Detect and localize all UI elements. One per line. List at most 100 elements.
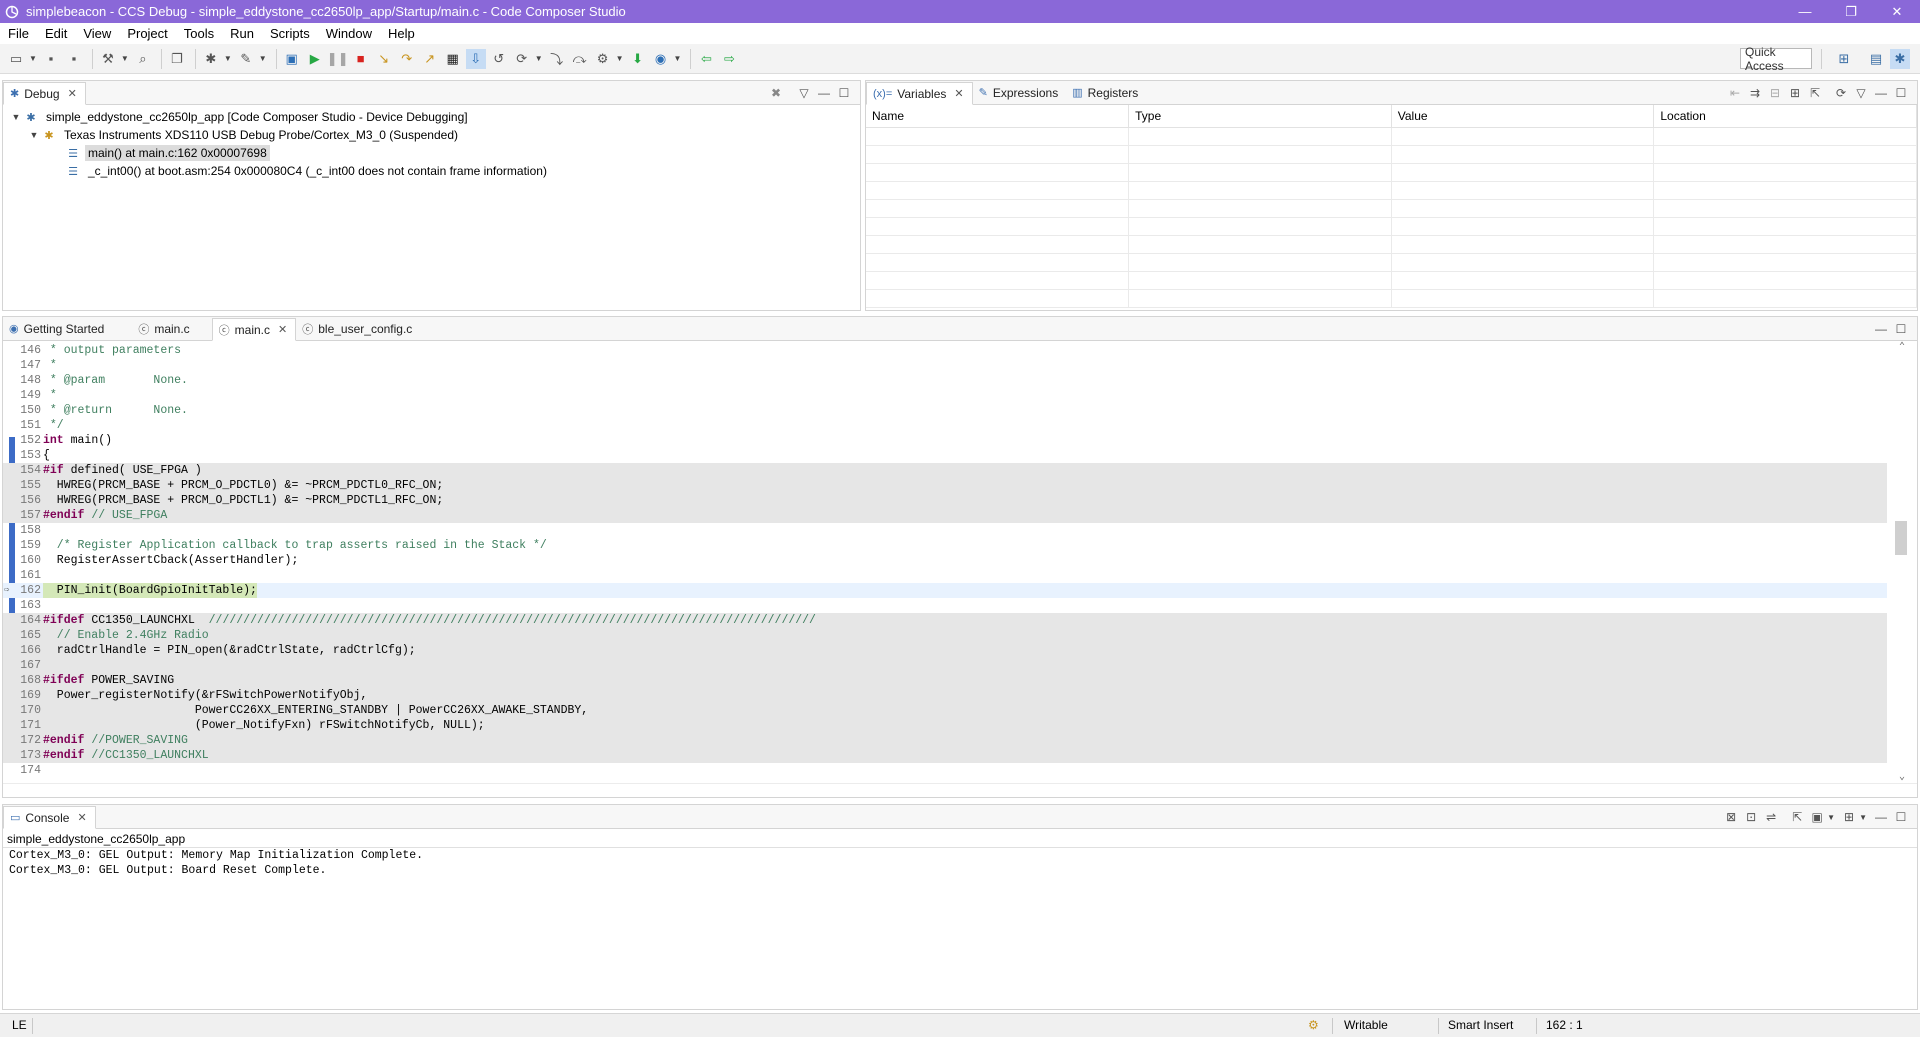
code-line[interactable]: 151 */ xyxy=(3,418,1887,433)
code-line[interactable]: 166 radCtrlHandle = PIN_open(&radCtrlSta… xyxy=(3,643,1887,658)
maximize-icon[interactable]: ☐ xyxy=(1891,320,1911,338)
assembly-step-over-icon[interactable]: ⤼ xyxy=(570,49,590,69)
build-hammer-icon[interactable]: ⚒ xyxy=(98,49,118,69)
quick-access-input[interactable]: Quick Access xyxy=(1740,45,1812,73)
column-location[interactable]: Location xyxy=(1653,105,1917,128)
code-editor[interactable]: 146 * output parameters 147 * 148 * @param… xyxy=(3,341,1917,783)
code-line[interactable]: 159 /* Register Application callback to … xyxy=(3,538,1887,553)
chevron-down-icon[interactable]: ▼ xyxy=(674,54,682,63)
tab-console[interactable]: ▭ Console ✕ xyxy=(3,806,96,829)
chevron-down-icon[interactable]: ▼ xyxy=(224,54,232,63)
vertical-scrollbar[interactable]: ⌃ ⌄ xyxy=(1889,341,1917,783)
code-line[interactable]: 164 #ifdef CC1350_LAUNCHXL //////////////… xyxy=(3,613,1887,628)
menu-tools[interactable]: Tools xyxy=(176,23,222,43)
show-type-names-icon[interactable]: ⇤ xyxy=(1725,84,1745,102)
code-line[interactable]: 154 #if defined( USE_FPGA ) xyxy=(3,463,1887,478)
restore-button[interactable]: ❐ xyxy=(1828,0,1874,23)
forward-icon[interactable]: ⇨ xyxy=(719,49,739,69)
assembly-step-into-icon[interactable]: ⤵ xyxy=(547,49,567,69)
chevron-down-icon[interactable]: ▼ xyxy=(29,54,37,63)
tools-icon[interactable]: ⚙ xyxy=(593,49,613,69)
pin-view-icon[interactable]: ⇱ xyxy=(1805,84,1825,102)
menu-file[interactable]: File xyxy=(0,23,37,43)
gel-icon[interactable]: ◉ xyxy=(651,49,671,69)
code-line[interactable]: 160 RegisterAssertCback(AssertHandler); xyxy=(3,553,1887,568)
view-menu-icon[interactable]: ▽ xyxy=(1851,84,1871,102)
new-file-icon[interactable]: ▭ xyxy=(6,49,26,69)
refresh-icon[interactable]: ⟳ xyxy=(1831,84,1851,102)
menu-run[interactable]: Run xyxy=(222,23,262,43)
close-button[interactable]: ✕ xyxy=(1874,0,1920,23)
code-line[interactable]: 150 * @return None. xyxy=(3,403,1887,418)
code-line[interactable]: 165 // Enable 2.4GHz Radio xyxy=(3,628,1887,643)
chevron-down-icon[interactable]: ▼ xyxy=(1859,813,1867,822)
minimize-icon[interactable]: — xyxy=(1871,84,1891,102)
close-icon[interactable]: ✕ xyxy=(278,323,287,336)
debug-bug-icon[interactable]: ✱ xyxy=(201,49,221,69)
open-console-icon[interactable]: ⊞ xyxy=(1839,808,1859,826)
menu-scripts[interactable]: Scripts xyxy=(262,23,318,43)
tab-variables[interactable]: (x)= Variables ✕ xyxy=(866,82,973,105)
code-line[interactable]: 146 * output parameters xyxy=(3,343,1887,358)
tab-main-c[interactable]: ⓒ main.c xyxy=(112,317,197,340)
connect-target-icon[interactable]: ▣ xyxy=(282,49,302,69)
tab-main-c-active[interactable]: ⓒ main.c ✕ xyxy=(211,318,297,341)
resume-icon[interactable]: ▶ xyxy=(305,49,325,69)
menu-window[interactable]: Window xyxy=(318,23,380,43)
suspend-icon[interactable]: ❚❚ xyxy=(327,49,349,69)
chevron-down-icon[interactable]: ▼ xyxy=(616,54,624,63)
code-line[interactable]: 152 int main() xyxy=(3,433,1887,448)
step-return-icon[interactable]: ↗ xyxy=(420,49,440,69)
save-icon[interactable]: ▪ xyxy=(41,49,61,69)
tree-item-frame-cint00[interactable]: ☰ _c_int00() at boot.asm:254 0x000080C4 … xyxy=(3,162,860,180)
terminate-icon[interactable]: ■ xyxy=(351,49,371,69)
menu-project[interactable]: Project xyxy=(119,23,175,43)
code-line[interactable]: 173 #endif //CC1350_LAUNCHXL xyxy=(3,748,1887,763)
code-line[interactable]: 170 PowerCC26XX_ENTERING_STANDBY | Power… xyxy=(3,703,1887,718)
code-line[interactable]: 148 * @param None. xyxy=(3,373,1887,388)
minimize-icon[interactable]: — xyxy=(1871,808,1891,826)
expand-chevron-icon[interactable]: ▼ xyxy=(27,130,41,140)
code-line-current[interactable]: ⇨ 162 PIN_init(BoardGpioInitTable); xyxy=(3,583,1887,598)
code-line[interactable]: 172 #endif //POWER_SAVING xyxy=(3,733,1887,748)
view-menu-icon[interactable]: ▽ xyxy=(794,84,814,102)
column-type[interactable]: Type xyxy=(1128,105,1392,128)
status-ccs-icon[interactable]: ⚙ xyxy=(1308,1018,1319,1032)
chevron-down-icon[interactable]: ▼ xyxy=(1827,813,1835,822)
console-output[interactable]: Cortex_M3_0: GEL Output: Memory Map Init… xyxy=(3,847,1917,878)
ccs-debug-perspective-icon[interactable]: ✱ xyxy=(1890,49,1910,69)
instruction-step-icon[interactable]: ⇩ xyxy=(465,48,486,69)
code-line[interactable]: 171 (Power_NotifyFxn) rFSwitchNotifyCb, … xyxy=(3,718,1887,733)
horizontal-scrollbar[interactable] xyxy=(3,783,1917,797)
column-name[interactable]: Name xyxy=(866,105,1130,128)
code-line[interactable]: 163 xyxy=(3,598,1887,613)
save-all-icon[interactable]: ▪ xyxy=(64,49,84,69)
maximize-icon[interactable]: ☐ xyxy=(834,84,854,102)
menu-edit[interactable]: Edit xyxy=(37,23,75,43)
tree-item-session[interactable]: ▼ ✱ simple_eddystone_cc2650lp_app [Code … xyxy=(3,108,860,126)
expand-all-icon[interactable]: ⇉ xyxy=(1745,84,1765,102)
open-perspective-icon[interactable]: ⊞ xyxy=(1834,49,1854,69)
code-line[interactable]: 147 * xyxy=(3,358,1887,373)
expand-chevron-icon[interactable]: ▼ xyxy=(9,112,23,122)
search-icon[interactable]: ⌕ xyxy=(133,49,153,69)
flash-icon[interactable]: ✎ xyxy=(236,49,256,69)
code-line[interactable]: 161 xyxy=(3,568,1887,583)
close-icon[interactable]: ✕ xyxy=(68,87,77,100)
minimize-button[interactable]: — xyxy=(1782,0,1828,23)
menu-help[interactable]: Help xyxy=(380,23,423,43)
collapse-all-icon[interactable]: ⊟ xyxy=(1765,84,1785,102)
ccs-edit-perspective-icon[interactable]: ▤ xyxy=(1866,49,1886,69)
code-line[interactable]: 157 #endif // USE_FPGA xyxy=(3,508,1887,523)
minimize-icon[interactable]: — xyxy=(1871,320,1891,338)
tree-item-target[interactable]: ▼ ✱ Texas Instruments XDS110 USB Debug P… xyxy=(3,126,860,144)
scroll-lock-icon[interactable]: ⊡ xyxy=(1741,808,1761,826)
clear-console-icon[interactable]: ⊠ xyxy=(1721,808,1741,826)
step-into-icon[interactable]: ↘ xyxy=(374,49,394,69)
code-line[interactable]: 153{ xyxy=(3,448,1887,463)
tab-registers[interactable]: ▥ Registers xyxy=(1066,81,1146,104)
menu-view[interactable]: View xyxy=(75,23,119,43)
chevron-down-icon[interactable]: ▼ xyxy=(259,54,267,63)
tab-getting-started[interactable]: ◉ Getting Started xyxy=(3,317,112,340)
back-icon[interactable]: ⇦ xyxy=(696,49,716,69)
